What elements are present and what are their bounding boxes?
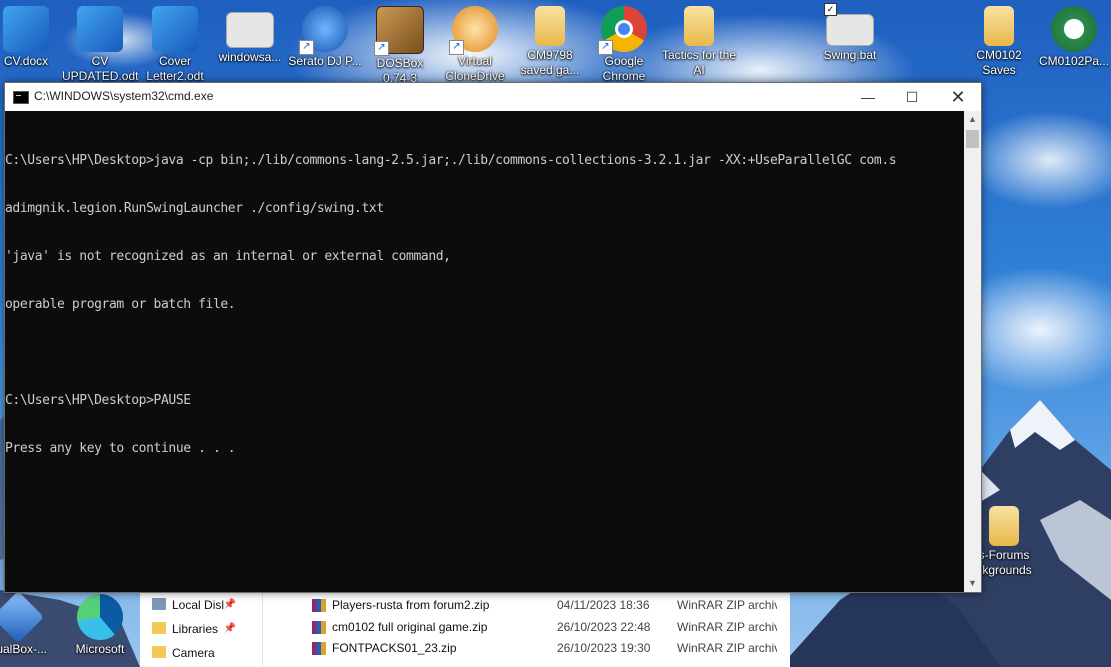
cmd-window[interactable]: C:\WINDOWS\system32\cmd.exe — ☐ ✕ C:\Use… bbox=[4, 82, 982, 593]
shortcut-arrow-icon: ↗ bbox=[374, 41, 389, 56]
nav-item-camera[interactable]: Camera bbox=[152, 643, 215, 663]
file-row[interactable]: cm0102 full original game.zip 26/10/2023… bbox=[312, 617, 790, 638]
scroll-up-icon[interactable]: ▲ bbox=[964, 111, 981, 128]
shortcut-arrow-icon: ↗ bbox=[598, 40, 613, 55]
desktop-icon-windowsa[interactable]: windowsa... bbox=[212, 0, 288, 82]
desktop-icon-cv-docx[interactable]: CV.docx bbox=[0, 0, 64, 86]
vertical-scrollbar[interactable]: ▲ ▼ bbox=[964, 111, 981, 592]
nav-item-local-disk[interactable]: Local Disl 📌 bbox=[152, 595, 236, 615]
desktop-icon-cover-letter[interactable]: Cover Letter2.odt bbox=[137, 0, 213, 86]
close-button[interactable]: ✕ bbox=[935, 83, 981, 111]
cmd-app-icon[interactable] bbox=[13, 91, 29, 104]
console-output[interactable]: C:\Users\HP\Desktop>java -cp bin;./lib/c… bbox=[5, 121, 963, 591]
serato-app-icon: ↗ bbox=[299, 6, 348, 55]
file-row[interactable]: Players-rusta from forum2.zip 04/11/2023… bbox=[312, 595, 790, 616]
desktop-icon-cm0102-saves[interactable]: CM0102 Saves bbox=[961, 0, 1037, 80]
chrome-icon: ↗ bbox=[598, 6, 647, 55]
folder-icon bbox=[984, 6, 1014, 46]
scroll-thumb[interactable] bbox=[966, 130, 979, 148]
window-title: C:\WINDOWS\system32\cmd.exe bbox=[34, 89, 214, 103]
pin-icon: 📌 bbox=[223, 623, 237, 634]
winrar-zip-icon bbox=[312, 642, 326, 655]
console-line: operable program or batch file. bbox=[5, 297, 236, 312]
desktop-icon-cm0102pa[interactable]: CM0102Pa... bbox=[1036, 0, 1111, 86]
checkbox-icon[interactable]: ✓ bbox=[824, 3, 837, 16]
console-line: adimgnik.legion.RunSwingLauncher ./confi… bbox=[5, 201, 384, 216]
desktop-icon-swing-bat[interactable]: ✓ Swing.bat bbox=[812, 0, 888, 80]
pin-icon: 📌 bbox=[223, 599, 237, 610]
desktop-icon-google-chrome[interactable]: ↗ Google Chrome bbox=[586, 0, 662, 86]
word-document-icon bbox=[77, 6, 123, 52]
desktop-icon-virtualbox[interactable]: rtualBox-... bbox=[0, 588, 56, 667]
edge-icon bbox=[77, 594, 123, 640]
file-row[interactable]: FONTPACKS01_23.zip 26/10/2023 19:30 WinR… bbox=[312, 638, 790, 659]
word-document-icon bbox=[3, 6, 49, 52]
desktop-icon-tactics[interactable]: Tactics for the AI bbox=[661, 0, 737, 80]
shortcut-arrow-icon: ↗ bbox=[449, 40, 464, 55]
console-line: C:\Users\HP\Desktop>PAUSE bbox=[5, 393, 191, 408]
desktop-icon-dosbox[interactable]: ↗ DOSBox 0.74-3 bbox=[362, 0, 438, 88]
file-explorer-window: Local Disl 📌 Libraries 📌 Camera Players-… bbox=[140, 590, 790, 667]
word-document-icon bbox=[152, 6, 198, 52]
soccer-ball-icon bbox=[1051, 6, 1097, 52]
console-line: 'java' is not recognized as an internal … bbox=[5, 249, 451, 264]
desktop-icon-microsoft-edge[interactable]: Microsoft bbox=[62, 588, 138, 667]
folder-icon bbox=[152, 646, 166, 658]
nav-item-libraries[interactable]: Libraries 📌 bbox=[152, 619, 236, 639]
console-line: Press any key to continue . . . bbox=[5, 441, 236, 456]
sheep-app-icon: ↗ bbox=[449, 6, 498, 55]
console-line: C:\Users\HP\Desktop>java -cp bin;./lib/c… bbox=[5, 153, 897, 168]
dosbox-app-icon: ↗ bbox=[374, 6, 424, 56]
winrar-zip-icon bbox=[312, 599, 326, 612]
winrar-zip-icon bbox=[312, 621, 326, 634]
desktop-icon-cv-updated[interactable]: CV UPDATED.odt bbox=[62, 0, 138, 86]
virtualbox-icon bbox=[0, 590, 45, 644]
maximize-button[interactable]: ☐ bbox=[889, 83, 935, 111]
minimize-button[interactable]: — bbox=[845, 83, 891, 111]
folder-icon bbox=[152, 622, 166, 634]
cmd-titlebar[interactable]: C:\WINDOWS\system32\cmd.exe — ☐ ✕ bbox=[5, 83, 981, 111]
folder-icon bbox=[684, 6, 714, 46]
folder-icon bbox=[535, 6, 565, 46]
batch-file-icon: ✓ bbox=[824, 3, 874, 46]
shortcut-arrow-icon: ↗ bbox=[299, 40, 314, 55]
folder-icon bbox=[989, 506, 1019, 546]
desktop-icon-cm9798[interactable]: CM9798 saved ga... bbox=[512, 0, 588, 80]
desktop-icon-serato[interactable]: ↗ Serato DJ P... bbox=[287, 0, 363, 86]
drive-icon bbox=[152, 598, 166, 610]
explorer-nav-pane: Local Disl 📌 Libraries 📌 Camera bbox=[140, 590, 263, 667]
scroll-down-icon[interactable]: ▼ bbox=[964, 575, 981, 592]
desktop-icon-virtual-clonedrive[interactable]: ↗ Virtual CloneDrive bbox=[437, 0, 513, 86]
settings-file-icon bbox=[226, 12, 274, 48]
